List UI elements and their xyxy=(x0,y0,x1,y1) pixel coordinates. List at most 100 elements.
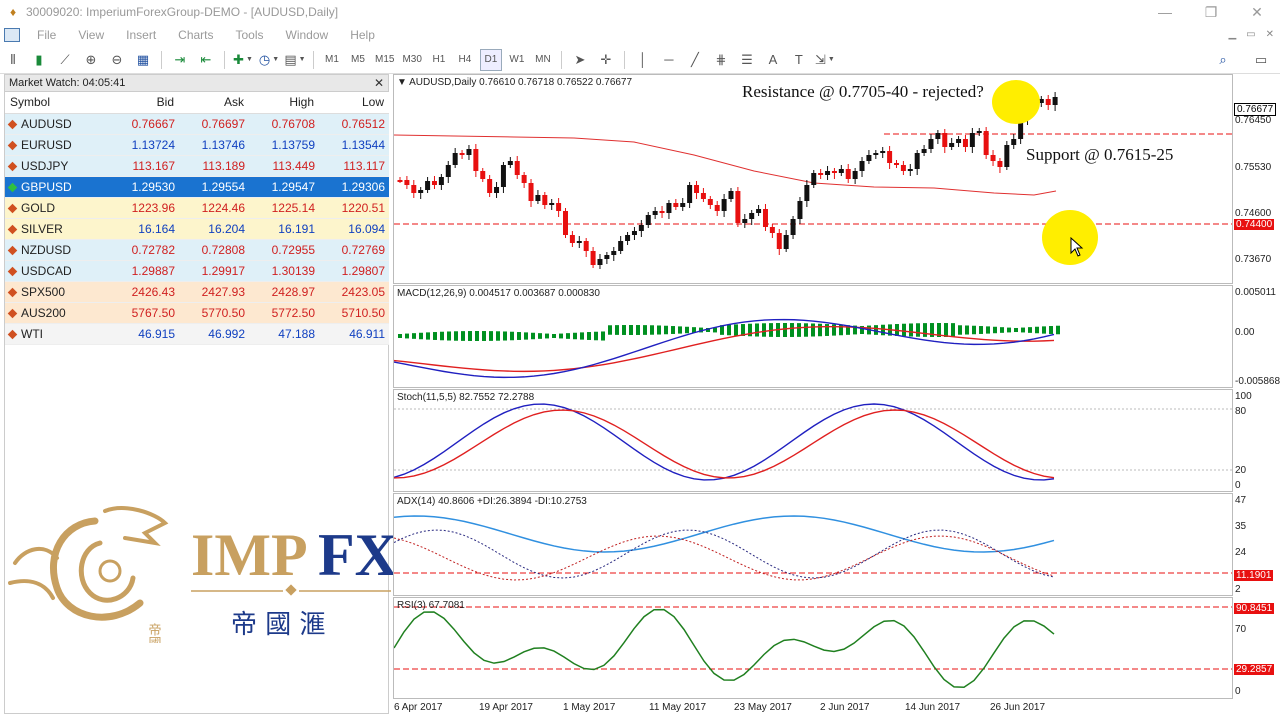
auto-scroll-icon[interactable]: ⇥ xyxy=(169,49,191,71)
symbol-cell[interactable]: NZDUSD xyxy=(5,239,109,261)
candlestick-icon[interactable]: ▮ xyxy=(28,49,50,71)
menu-charts[interactable]: Charts xyxy=(167,28,224,42)
menu-insert[interactable]: Insert xyxy=(115,28,167,42)
quote-row-silver[interactable]: SILVER 16.164 16.204 16.191 16.094 xyxy=(5,218,389,240)
macd-histogram-bar xyxy=(797,323,801,337)
search-icon[interactable]: ⌕ xyxy=(1212,49,1234,71)
text-label-icon[interactable]: T xyxy=(788,49,810,71)
indicators-icon[interactable]: ✚ ▼ xyxy=(232,49,254,71)
timeframe-m30[interactable]: M30 xyxy=(400,49,423,71)
macd-pane[interactable]: MACD(12,26,9) 0.004517 0.003687 0.000830 xyxy=(393,285,1233,388)
zoom-in-icon[interactable]: ⊕ xyxy=(80,49,102,71)
restore-button[interactable]: ❐ xyxy=(1188,0,1234,24)
cursor-arrow-icon[interactable]: ➤ xyxy=(569,49,591,71)
timeframe-w1[interactable]: W1 xyxy=(506,49,528,71)
chart-window[interactable]: ▼ AUDUSD,Daily 0.76610 0.76718 0.76522 0… xyxy=(393,74,1280,720)
symbol-cell[interactable]: SILVER xyxy=(5,218,109,240)
chart-window-icon[interactable] xyxy=(4,28,20,42)
column-bid[interactable]: Bid xyxy=(109,92,179,114)
candle-body xyxy=(838,169,844,173)
rsi-pane[interactable]: RSI(3) 67.7081 xyxy=(393,597,1233,699)
symbol-cell[interactable]: GOLD xyxy=(5,197,109,219)
candle-body xyxy=(569,235,575,243)
text-tool-icon[interactable]: A xyxy=(762,49,784,71)
timeframe-mn[interactable]: MN xyxy=(532,49,554,71)
symbol-cell[interactable]: AUS200 xyxy=(5,302,109,324)
timeframe-m15[interactable]: M15 xyxy=(373,49,396,71)
candle-body xyxy=(990,155,996,161)
templates-icon[interactable]: ▤ ▼ xyxy=(284,49,306,71)
adx-pane[interactable]: ADX(14) 40.8606 +DI:26.3894 -DI:10.2753 xyxy=(393,493,1233,596)
stoch-pane[interactable]: Stoch(11,5,5) 82.7552 72.2788 xyxy=(393,389,1233,492)
candle-body xyxy=(549,203,555,205)
quote-row-spx500[interactable]: SPX500 2426.43 2427.93 2428.97 2423.05 xyxy=(5,281,389,303)
menu-file[interactable]: File xyxy=(26,28,67,42)
arrows-icon[interactable]: ⇲ ▼ xyxy=(814,49,836,71)
candle-body xyxy=(811,173,817,185)
mdi-restore-icon[interactable]: ▭ xyxy=(1246,24,1255,46)
fibonacci-icon[interactable]: ☰ xyxy=(736,49,758,71)
candle-body xyxy=(707,199,713,205)
column-ask[interactable]: Ask xyxy=(179,92,249,114)
quote-row-aus200[interactable]: AUS200 5767.50 5770.50 5772.50 5710.50 xyxy=(5,302,389,324)
quote-row-wti[interactable]: WTI 46.915 46.992 47.188 46.911 xyxy=(5,323,389,345)
menu-window[interactable]: Window xyxy=(275,28,340,42)
ask-cell: 2427.93 xyxy=(179,281,249,303)
column-high[interactable]: High xyxy=(249,92,319,114)
trendline-icon[interactable]: ╱ xyxy=(684,49,706,71)
symbol-cell[interactable]: WTI xyxy=(5,323,109,345)
candle-body xyxy=(887,151,893,163)
ask-cell: 1224.46 xyxy=(179,197,249,219)
quote-row-gbpusd[interactable]: GBPUSD 1.29530 1.29554 1.29547 1.29306 xyxy=(5,176,389,198)
candle-body xyxy=(749,213,755,219)
candle-body xyxy=(1011,139,1017,145)
macd-histogram-bar xyxy=(552,333,556,339)
quote-row-audusd[interactable]: AUDUSD 0.76667 0.76697 0.76708 0.76512 xyxy=(5,113,389,135)
quote-row-eurusd[interactable]: EURUSD 1.13724 1.13746 1.13759 1.13544 xyxy=(5,134,389,156)
quote-row-usdcad[interactable]: USDCAD 1.29887 1.29917 1.30139 1.29807 xyxy=(5,260,389,282)
timeframe-h4[interactable]: H4 xyxy=(454,49,476,71)
zoom-out-icon[interactable]: ⊖ xyxy=(106,49,128,71)
tile-windows-icon[interactable]: ▦ xyxy=(132,49,154,71)
line-chart-icon[interactable]: ⟋ xyxy=(54,49,76,71)
minimize-button[interactable]: — xyxy=(1142,0,1188,24)
horizontal-line-icon[interactable]: ─ xyxy=(658,49,680,71)
bar-chart-icon[interactable]: ⫴ xyxy=(2,49,24,71)
timeframe-m5[interactable]: M5 xyxy=(347,49,369,71)
symbol-cell[interactable]: USDCAD xyxy=(5,260,109,282)
chart-shift-icon[interactable]: ⇤ xyxy=(195,49,217,71)
close-button[interactable]: ✕ xyxy=(1234,0,1280,24)
menu-help[interactable]: Help xyxy=(339,28,386,42)
column-symbol[interactable]: Symbol xyxy=(5,92,109,114)
timeframe-h1[interactable]: H1 xyxy=(428,49,450,71)
symbol-cell[interactable]: USDJPY xyxy=(5,155,109,177)
chat-icon[interactable]: ▭ xyxy=(1250,49,1272,71)
mdi-minimize-icon[interactable]: ▁ xyxy=(1228,24,1236,46)
candle-body xyxy=(631,231,637,235)
channel-icon[interactable]: ⋕ xyxy=(710,49,732,71)
macd-histogram-bar xyxy=(804,323,808,337)
periods-clock-icon[interactable]: ◷ ▼ xyxy=(258,49,280,71)
symbol-cell[interactable]: GBPUSD xyxy=(5,176,109,198)
macd-histogram-bar xyxy=(685,326,689,334)
menu-view[interactable]: View xyxy=(67,28,115,42)
price-pane[interactable]: ▼ AUDUSD,Daily 0.76610 0.76718 0.76522 0… xyxy=(393,74,1233,284)
timeframe-d1[interactable]: D1 xyxy=(479,48,502,71)
quote-row-usdjpy[interactable]: USDJPY 113.167 113.189 113.449 113.117 xyxy=(5,155,389,177)
column-low[interactable]: Low xyxy=(319,92,389,114)
market-watch-close-icon[interactable]: ✕ xyxy=(374,76,384,90)
timeframe-m1[interactable]: M1 xyxy=(321,49,343,71)
quote-row-gold[interactable]: GOLD 1223.96 1224.46 1225.14 1220.51 xyxy=(5,197,389,219)
symbol-name: WTI xyxy=(21,326,43,341)
mdi-close-icon[interactable]: ✕ xyxy=(1266,24,1274,46)
macd-histogram-bar xyxy=(790,323,794,337)
crosshair-icon[interactable]: ✛ xyxy=(595,49,617,71)
macd-histogram-bar xyxy=(1007,327,1011,333)
symbol-cell[interactable]: AUDUSD xyxy=(5,113,109,135)
symbol-cell[interactable]: SPX500 xyxy=(5,281,109,303)
menu-tools[interactable]: Tools xyxy=(225,28,275,42)
quote-row-nzdusd[interactable]: NZDUSD 0.72782 0.72808 0.72955 0.72769 xyxy=(5,239,389,261)
symbol-cell[interactable]: EURUSD xyxy=(5,134,109,156)
low-cell: 0.76512 xyxy=(319,113,389,135)
vertical-line-icon[interactable]: │ xyxy=(632,49,654,71)
